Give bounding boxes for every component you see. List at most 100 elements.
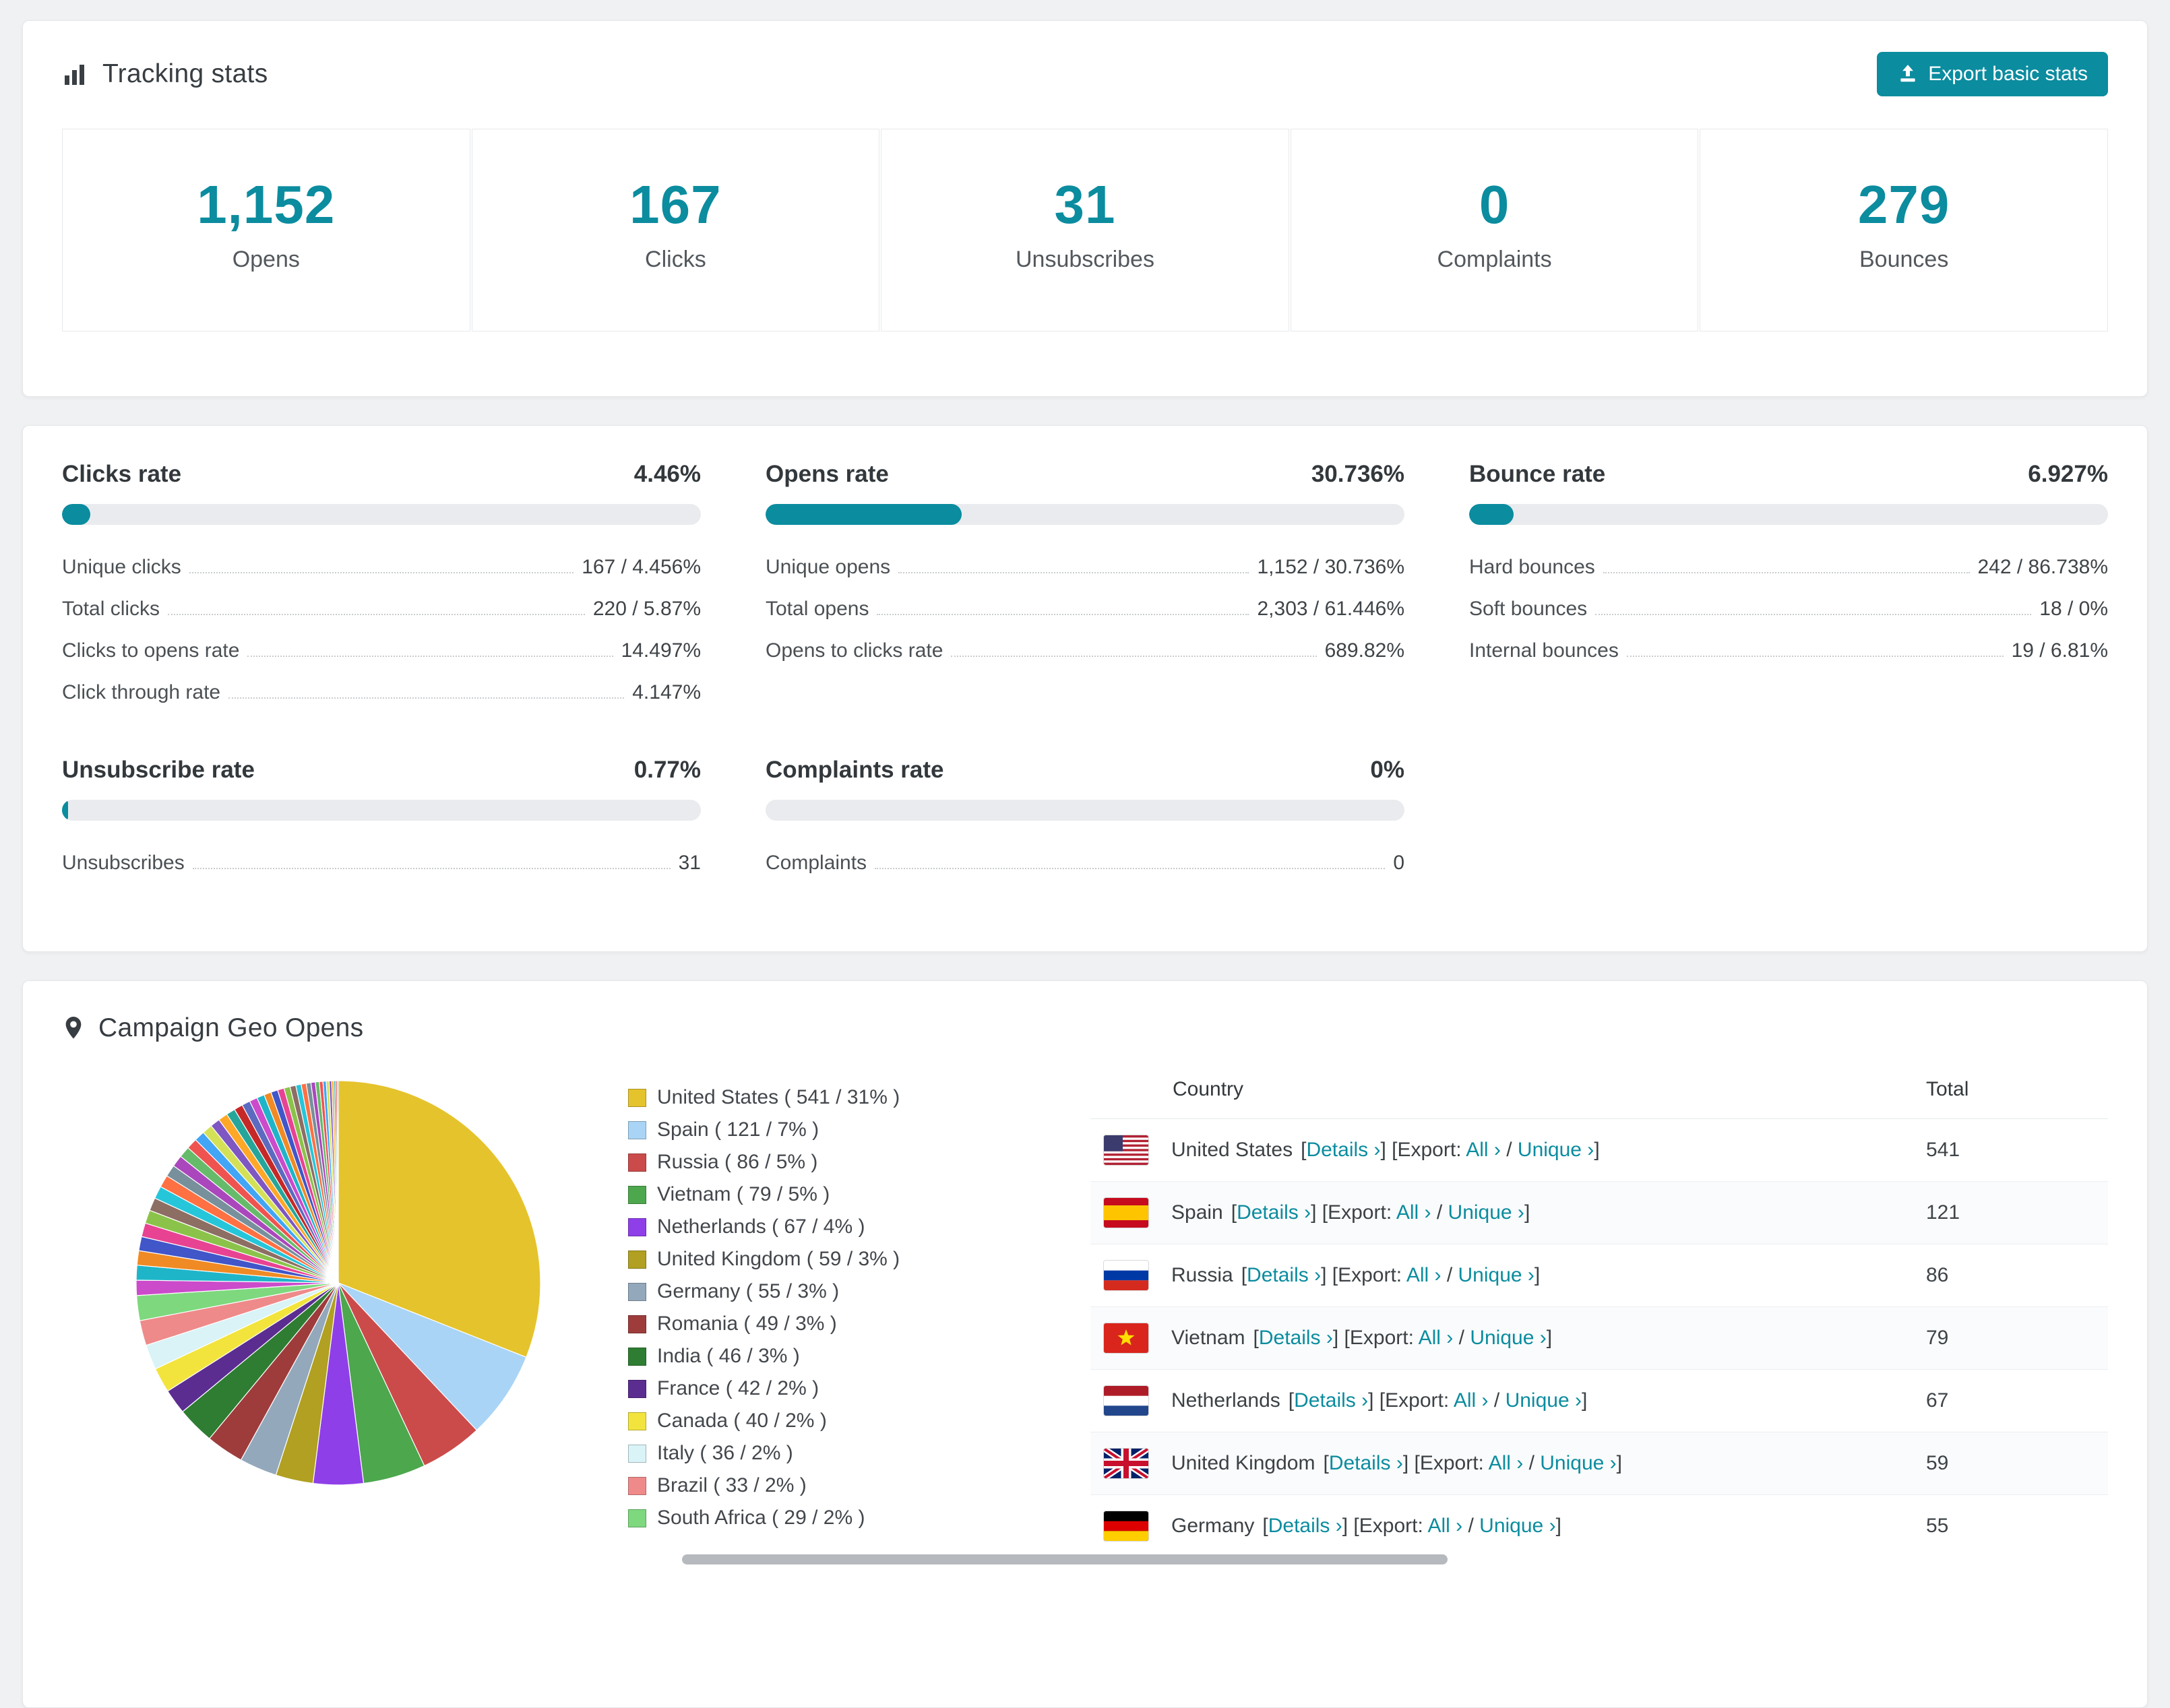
stat-box: 279 Bounces bbox=[1700, 129, 2108, 331]
stat-value: 1,152 bbox=[197, 175, 336, 234]
progress-bar bbox=[766, 504, 1404, 525]
metric-label: Clicks to opens rate bbox=[62, 639, 240, 662]
export-all-link[interactable]: All › bbox=[1406, 1264, 1442, 1286]
legend-swatch bbox=[628, 1153, 646, 1172]
legend-label: Russia ( 86 / 5% ) bbox=[657, 1151, 818, 1173]
metric-value: 0 bbox=[1393, 852, 1404, 874]
total-value: 121 bbox=[1926, 1181, 2108, 1244]
metric-label: Internal bounces bbox=[1469, 639, 1619, 662]
rate-value: 6.927% bbox=[2028, 461, 2108, 487]
total-value: 59 bbox=[1926, 1432, 2108, 1495]
stat-value: 279 bbox=[1857, 175, 1950, 234]
metric-row: Clicks to opens rate 14.497% bbox=[62, 630, 701, 672]
details-link[interactable]: Details › bbox=[1259, 1327, 1333, 1349]
export-all-link[interactable]: All › bbox=[1454, 1389, 1489, 1412]
table-header-country: Country bbox=[1090, 1061, 1926, 1119]
rate-block: Opens rate 30.736% Unique opens 1,152 / 30.… bbox=[766, 461, 1404, 714]
rate-block: Complaints rate 0% Complaints 0 bbox=[766, 757, 1404, 884]
total-value: 55 bbox=[1926, 1494, 2108, 1557]
export-unique-link[interactable]: Unique › bbox=[1506, 1389, 1582, 1412]
table-row: Netherlands [Details ›] [Export: All › / … bbox=[1090, 1369, 2108, 1432]
progress-fill bbox=[62, 504, 91, 525]
country-name: United States bbox=[1171, 1139, 1293, 1161]
legend-item: Brazil ( 33 / 2% ) bbox=[628, 1474, 900, 1497]
export-unique-link[interactable]: Unique › bbox=[1448, 1201, 1524, 1224]
rate-title: Bounce rate bbox=[1469, 461, 1606, 487]
legend-item: Netherlands ( 67 / 4% ) bbox=[628, 1215, 900, 1238]
legend-item: Spain ( 121 / 7% ) bbox=[628, 1118, 900, 1141]
legend-label: United Kingdom ( 59 / 3% ) bbox=[657, 1248, 900, 1270]
metric-value: 689.82% bbox=[1324, 639, 1404, 662]
legend-label: Netherlands ( 67 / 4% ) bbox=[657, 1215, 865, 1238]
metric-value: 220 / 5.87% bbox=[592, 598, 701, 620]
legend-swatch bbox=[628, 1476, 646, 1495]
metric-label: Complaints bbox=[766, 852, 867, 874]
country-cell: Russia [Details ›] [Export: All › / Uniqu… bbox=[1090, 1244, 1926, 1307]
table-row: Spain [Details ›] [Export: All › / Unique… bbox=[1090, 1181, 2108, 1244]
table-header-total: Total bbox=[1926, 1061, 2108, 1119]
progress-bar bbox=[766, 800, 1404, 821]
country-cell: Vietnam [Details ›] [Export: All › / Uniq… bbox=[1090, 1306, 1926, 1370]
legend-label: India ( 46 / 3% ) bbox=[657, 1345, 800, 1367]
export-all-link[interactable]: All › bbox=[1489, 1452, 1524, 1474]
dotted-leader bbox=[189, 572, 574, 573]
country-links: [Details ›] [Export: All › / Unique ›] bbox=[1241, 1264, 1541, 1286]
metric-value: 31 bbox=[678, 852, 701, 874]
legend-swatch bbox=[628, 1217, 646, 1236]
legend-swatch bbox=[628, 1412, 646, 1430]
country-name: Netherlands bbox=[1171, 1389, 1280, 1412]
details-link[interactable]: Details › bbox=[1306, 1139, 1380, 1161]
metric-value: 19 / 6.81% bbox=[2011, 639, 2108, 662]
metric-label: Unsubscribes bbox=[62, 852, 185, 874]
horizontal-scrollbar-thumb[interactable] bbox=[682, 1554, 1448, 1564]
stat-label: Unsubscribes bbox=[1015, 247, 1154, 272]
stats-summary-row: 1,152 Opens 167 Clicks 31 Unsubscribes 0 Compla… bbox=[62, 129, 2108, 331]
metric-rows: Complaints 0 bbox=[766, 842, 1404, 884]
metric-row: Unique clicks 167 / 4.456% bbox=[62, 546, 701, 588]
export-basic-stats-button[interactable]: Export basic stats bbox=[1877, 52, 2108, 96]
details-link[interactable]: Details › bbox=[1294, 1389, 1368, 1412]
legend-item: Germany ( 55 / 3% ) bbox=[628, 1280, 900, 1303]
export-all-link[interactable]: All › bbox=[1396, 1201, 1431, 1224]
dotted-leader bbox=[875, 868, 1386, 869]
details-link[interactable]: Details › bbox=[1329, 1452, 1403, 1474]
export-unique-link[interactable]: Unique › bbox=[1479, 1515, 1555, 1537]
metric-label: Hard bounces bbox=[1469, 556, 1595, 578]
rate-title: Opens rate bbox=[766, 461, 889, 487]
progress-fill bbox=[766, 504, 962, 525]
metric-value: 4.147% bbox=[632, 681, 701, 703]
dotted-leader bbox=[228, 697, 625, 699]
legend-item: France ( 42 / 2% ) bbox=[628, 1377, 900, 1400]
stat-label: Bounces bbox=[1859, 247, 1949, 272]
country-links: [Details ›] [Export: All › / Unique ›] bbox=[1262, 1515, 1561, 1537]
export-unique-link[interactable]: Unique › bbox=[1540, 1452, 1616, 1474]
export-all-link[interactable]: All › bbox=[1466, 1139, 1501, 1161]
details-link[interactable]: Details › bbox=[1247, 1264, 1321, 1286]
country-links: [Details ›] [Export: All › / Unique ›] bbox=[1288, 1389, 1588, 1412]
table-row: Russia [Details ›] [Export: All › / Uniqu… bbox=[1090, 1244, 2108, 1307]
metric-rows: Unique opens 1,152 / 30.736% Total opens 2,… bbox=[766, 546, 1404, 672]
export-unique-link[interactable]: Unique › bbox=[1518, 1139, 1594, 1161]
rate-block: Unsubscribe rate 0.77% Unsubscribes 31 bbox=[62, 757, 701, 884]
export-all-link[interactable]: All › bbox=[1427, 1515, 1462, 1537]
legend-label: France ( 42 / 2% ) bbox=[657, 1377, 819, 1399]
export-unique-link[interactable]: Unique › bbox=[1470, 1327, 1546, 1349]
export-unique-link[interactable]: Unique › bbox=[1458, 1264, 1534, 1286]
progress-fill bbox=[62, 800, 68, 821]
export-icon bbox=[1897, 63, 1919, 85]
legend-swatch bbox=[628, 1379, 646, 1398]
metric-row: Unique opens 1,152 / 30.736% bbox=[766, 546, 1404, 588]
legend-swatch bbox=[628, 1120, 646, 1139]
details-link[interactable]: Details › bbox=[1237, 1201, 1311, 1224]
stat-box: 1,152 Opens bbox=[62, 129, 470, 331]
details-link[interactable]: Details › bbox=[1268, 1515, 1342, 1537]
metric-row: Hard bounces 242 / 86.738% bbox=[1469, 546, 2108, 588]
export-all-link[interactable]: All › bbox=[1419, 1327, 1454, 1349]
legend-label: Spain ( 121 / 7% ) bbox=[657, 1118, 819, 1141]
dotted-leader bbox=[1595, 614, 2032, 615]
campaign-geo-opens-card: Campaign Geo Opens United States ( 541 /… bbox=[22, 980, 2148, 1708]
rate-title-row: Complaints rate 0% bbox=[766, 757, 1404, 784]
legend-swatch bbox=[628, 1282, 646, 1301]
metric-label: Unique opens bbox=[766, 556, 891, 578]
metric-rows: Hard bounces 242 / 86.738% Soft bounces 18 … bbox=[1469, 546, 2108, 672]
